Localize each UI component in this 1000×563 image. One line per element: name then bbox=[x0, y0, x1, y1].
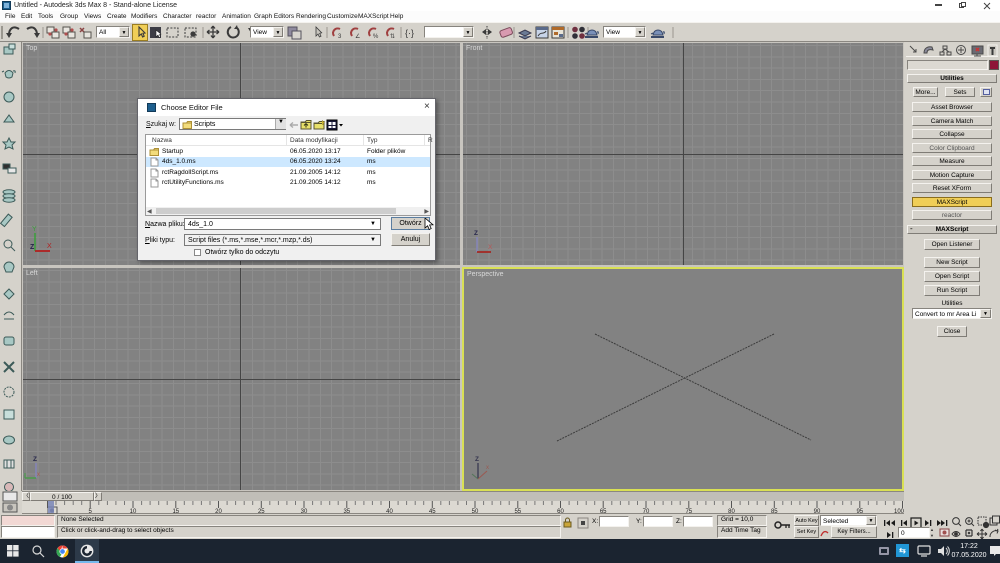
svg-text:Z: Z bbox=[33, 456, 37, 463]
svg-text:Z: Z bbox=[30, 244, 35, 251]
svg-text:%: % bbox=[373, 34, 379, 40]
svg-text:x: x bbox=[486, 465, 489, 471]
svg-text:3: 3 bbox=[338, 34, 342, 40]
svg-text:x: x bbox=[37, 472, 40, 478]
svg-text:⇅: ⇅ bbox=[390, 34, 395, 40]
svg-text:Z: Z bbox=[475, 456, 479, 463]
svg-text:Z: Z bbox=[474, 230, 478, 237]
svg-text:X: X bbox=[47, 243, 52, 250]
svg-text:∠: ∠ bbox=[355, 33, 360, 40]
svg-text:{·}: {·} bbox=[405, 28, 414, 38]
svg-text:Y: Y bbox=[32, 226, 37, 233]
svg-text:X: X bbox=[488, 244, 493, 251]
